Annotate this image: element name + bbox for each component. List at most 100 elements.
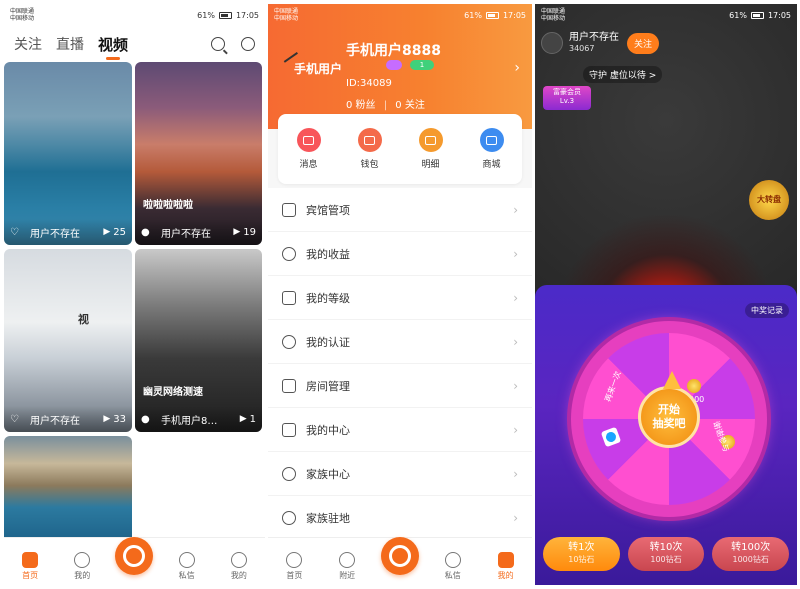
search-icon[interactable] xyxy=(211,37,225,51)
follows-count[interactable]: 0 关注 xyxy=(395,100,425,111)
status-bar: 中国联通 中国移动 61% 17:05 xyxy=(268,4,532,26)
chevron-right-icon: › xyxy=(513,334,518,349)
play-icon: ▶ xyxy=(103,227,111,237)
video-card[interactable] xyxy=(4,436,132,546)
menu-list: 宾馆管项 › 我的收益 › 我的等级 › 我的认证 › 房间管理 › 我的中心 … xyxy=(268,188,532,540)
chevron-right-icon: › xyxy=(513,510,518,525)
tab-video[interactable]: 视频 xyxy=(98,34,128,60)
shortcut-bar: 消息 钱包 明细 商城 xyxy=(278,114,522,184)
shortcut-messages[interactable]: 消息 xyxy=(296,128,321,170)
profile-name: 手机用户8888 xyxy=(346,43,441,59)
nav-profile[interactable]: 我的 xyxy=(484,552,528,581)
chevron-right-icon: › xyxy=(513,246,518,261)
top-tabs: 关注 直播 视频 xyxy=(14,30,255,60)
menu-item-center[interactable]: 我的中心 › xyxy=(268,408,532,452)
menu-item-earnings[interactable]: 我的收益 › xyxy=(268,232,532,276)
menu-item[interactable]: 宾馆管项 › xyxy=(268,188,532,232)
nav-live-start[interactable] xyxy=(112,537,156,581)
camera-icon xyxy=(115,537,154,575)
menu-item-room[interactable]: 房间管理 › xyxy=(268,364,532,408)
guard-slot[interactable]: 守护 虚位以待 > xyxy=(583,66,663,83)
coin-icon xyxy=(687,379,701,393)
watermark-text: 视 xyxy=(78,313,89,326)
battery-percent: 61% xyxy=(729,10,747,20)
spin-options: 转1次 10钻石 转10次 100钻石 转100次 1000钻石 xyxy=(543,537,790,571)
card-author: 手机用户8… xyxy=(161,415,218,427)
message-icon xyxy=(296,128,321,152)
play-icon: ▶ xyxy=(233,227,241,237)
play-icon: ▶ xyxy=(239,414,247,424)
spin-100-button[interactable]: 转100次 1000钻石 xyxy=(712,537,790,571)
shortcut-details[interactable]: 明细 xyxy=(418,128,443,170)
battery-percent: 61% xyxy=(464,10,482,20)
menu-item-level[interactable]: 我的等级 › xyxy=(268,276,532,320)
nav-live-start[interactable] xyxy=(378,537,422,581)
nav-profile[interactable]: 我的 xyxy=(217,552,261,581)
tab-live[interactable]: 直播 xyxy=(56,34,84,54)
heart-icon: ♡ xyxy=(10,414,19,425)
chevron-right-icon[interactable]: › xyxy=(514,60,520,76)
video-card[interactable]: 啦啦啦啦啦 ● 用户不存在 ▶ 19 xyxy=(135,62,262,245)
message-icon[interactable] xyxy=(241,37,255,51)
badge-check-icon xyxy=(282,334,296,349)
host-info[interactable]: 用户不存在 34067 关注 xyxy=(541,30,660,56)
profile-screen: 中国联通 中国移动 61% 17:05 手机用户8888 手机用户 1 ID:3… xyxy=(268,4,532,585)
play-count: 1 xyxy=(249,413,256,425)
video-card[interactable]: ♡ 用户不存在 ▶ 25 xyxy=(4,62,132,245)
user-group-icon xyxy=(282,466,296,481)
video-card[interactable]: 幽灵网络测速 ● 手机用户8… ▶ 1 xyxy=(135,249,262,432)
lucky-wheel-entry[interactable]: 大转盘 xyxy=(749,180,789,220)
prize-label: 再来一次 xyxy=(603,369,623,404)
spin-1-button[interactable]: 转1次 10钻石 xyxy=(543,537,620,571)
start-spin-button[interactable]: 开始 抽奖吧 xyxy=(638,371,700,448)
play-count: 25 xyxy=(113,226,126,238)
level-badge: 富豪会员 Lv.3 xyxy=(543,86,591,110)
spin-10-button[interactable]: 转10次 100钻石 xyxy=(627,537,705,571)
menu-item-verify[interactable]: 我的认证 › xyxy=(268,320,532,364)
chevron-right-icon: › xyxy=(513,202,518,217)
nav-nearby[interactable]: 附近 xyxy=(325,552,369,581)
home-icon xyxy=(286,552,303,568)
card-author: 用户不存在 xyxy=(30,228,80,240)
record-icon: ● xyxy=(141,414,150,425)
prize-record-button[interactable]: 中奖记录 xyxy=(745,303,789,318)
card-caption: 啦啦啦啦啦 xyxy=(143,200,193,211)
avatar[interactable] xyxy=(541,32,563,54)
menu-item-family[interactable]: 家族中心 › xyxy=(268,452,532,496)
wallet-icon xyxy=(357,128,382,152)
crown-icon xyxy=(282,290,296,305)
chevron-right-icon: › xyxy=(513,378,518,393)
shop-icon xyxy=(479,128,504,152)
location-pin-icon xyxy=(282,510,296,525)
shortcut-shop[interactable]: 商城 xyxy=(479,128,504,170)
chevron-right-icon: › xyxy=(513,290,518,305)
coin-bag-icon xyxy=(282,246,296,261)
clock: 17:05 xyxy=(235,10,259,20)
location-icon xyxy=(74,552,91,568)
card-author: 用户不存在 xyxy=(30,415,80,427)
live-room-screen: 中国联通 中国移动 61% 17:05 用户不存在 34067 关注 守护 虚位… xyxy=(535,4,797,585)
fans-count[interactable]: 0 粉丝 xyxy=(346,100,376,111)
video-feed-screen: 中国联通 中国移动 61% 17:05 关注 直播 视频 ♡ 用户不存在 ▶ 2… xyxy=(4,4,265,585)
carrier-label: 中国联通 xyxy=(10,8,35,15)
carrier-label: 中国联通 xyxy=(274,8,299,15)
home-icon xyxy=(282,378,296,393)
diamond-icon xyxy=(600,426,622,448)
shortcut-wallet[interactable]: 钱包 xyxy=(357,128,382,170)
clock: 17:05 xyxy=(767,10,791,20)
follow-button[interactable]: 关注 xyxy=(627,32,660,54)
status-bar: 中国联通 中国移动 61% 17:05 xyxy=(4,4,265,26)
nav-message[interactable]: 私信 xyxy=(431,552,475,581)
carrier-label: 中国移动 xyxy=(541,15,566,22)
nav-mine[interactable]: 我的 xyxy=(60,552,104,581)
tab-follow[interactable]: 关注 xyxy=(14,34,42,54)
chevron-right-icon: › xyxy=(513,466,518,481)
nav-home[interactable]: 首页 xyxy=(8,552,52,581)
menu-item-family-base[interactable]: 家族驻地 › xyxy=(268,496,532,540)
card-caption: 幽灵网络测速 xyxy=(143,387,203,398)
battery-icon xyxy=(750,11,764,19)
video-card[interactable]: 视 ♡ 用户不存在 ▶ 33 xyxy=(4,249,132,432)
shirt-icon xyxy=(282,422,296,437)
nav-message[interactable]: 私信 xyxy=(165,552,209,581)
nav-home[interactable]: 首页 xyxy=(272,552,316,581)
